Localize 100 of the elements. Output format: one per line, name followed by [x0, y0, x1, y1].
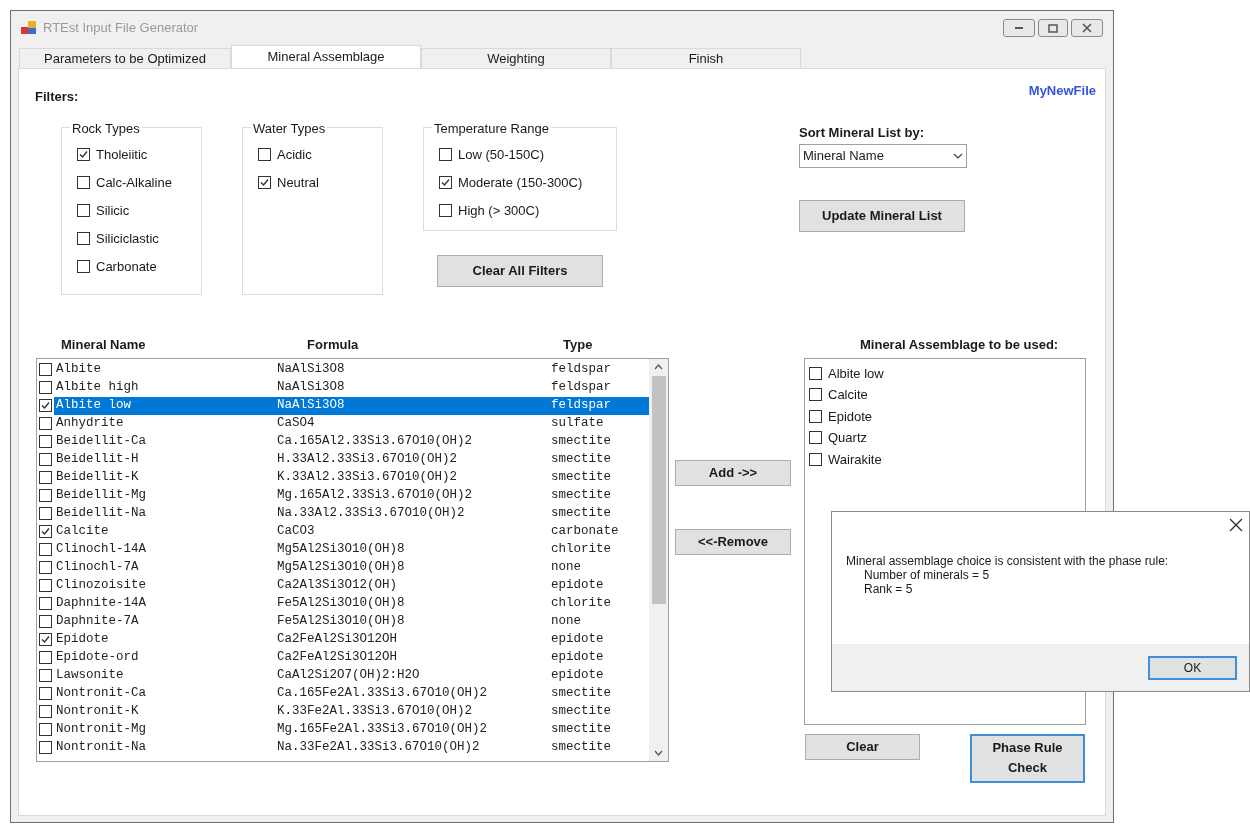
list-row[interactable]: Nontronit-Mg Mg.165Fe2Al.33Si3.67O10(OH)2 smectite [54, 720, 649, 739]
checkbox[interactable] [809, 366, 822, 380]
checkbox[interactable] [258, 148, 271, 161]
scrollbar-thumb[interactable] [651, 375, 666, 604]
list-row[interactable]: Beidellit-K K.33Al2.33Si3.67O10(OH)2 smectite [54, 468, 649, 487]
checkbox[interactable] [39, 489, 52, 502]
add-button[interactable]: Add ->> [675, 459, 791, 486]
checkbox[interactable] [809, 452, 822, 466]
checkbox[interactable] [77, 176, 90, 189]
assemblage-item[interactable]: Calcite [828, 385, 868, 405]
maximize-button[interactable] [1038, 19, 1068, 37]
checkbox[interactable] [39, 435, 52, 448]
mineral-name: Beidellit-Ca [55, 433, 147, 451]
mineral-name: Albite high [55, 379, 140, 397]
checkbox[interactable] [39, 633, 52, 646]
assemblage-item[interactable]: Albite low [828, 363, 884, 383]
checkbox[interactable] [39, 615, 52, 628]
checkbox[interactable] [439, 148, 452, 161]
list-row[interactable]: Epidote Ca2FeAl2Si3O12OH epidote [54, 630, 649, 649]
list-row[interactable]: Beidellit-Na Na.33Al2.33Si3.67O10(OH)2 smectite [54, 504, 649, 523]
checkbox[interactable] [39, 363, 52, 376]
update-mineral-list-button[interactable]: Update Mineral List [799, 200, 965, 232]
close-icon[interactable] [1229, 518, 1243, 532]
sort-dropdown[interactable]: Mineral Name [799, 144, 967, 168]
checkbox[interactable] [77, 148, 90, 161]
assemblage-item[interactable]: Quartz [828, 428, 867, 448]
checkbox[interactable] [439, 176, 452, 189]
checkbox[interactable] [39, 471, 52, 484]
checkbox[interactable] [39, 417, 52, 430]
list-row[interactable]: Beidellit-Mg Mg.165Al2.33Si3.67O10(OH)2 smectite [54, 486, 649, 505]
column-header: Formula [307, 335, 360, 354]
list-row[interactable]: Beidellit-H H.33Al2.33Si3.67O10(OH)2 smectite [54, 450, 649, 469]
checkbox[interactable] [39, 741, 52, 754]
checkbox[interactable] [809, 431, 822, 445]
list-row[interactable]: Epidote-ord Ca2FeAl2Si3O12OH epidote [54, 648, 649, 667]
checkbox[interactable] [39, 705, 52, 718]
scrollbar[interactable] [649, 358, 668, 761]
ok-button[interactable]: OK [1148, 655, 1237, 680]
close-button[interactable] [1071, 19, 1103, 37]
tab[interactable]: Finish [611, 48, 801, 68]
checkbox[interactable] [39, 525, 52, 538]
mineral-formula: Ca2Al3Si3O12(OH) [277, 577, 399, 595]
checkbox[interactable] [39, 453, 52, 466]
minimize-button[interactable] [1003, 19, 1035, 37]
list-row[interactable]: Clinochl-7A Mg5Al2Si3O10(OH)8 none [54, 558, 649, 577]
mineral-formula: Ca2FeAl2Si3O12OH [277, 631, 399, 649]
checkbox[interactable] [39, 723, 52, 736]
checkbox[interactable] [258, 176, 271, 189]
assemblage-item[interactable]: Wairakite [828, 449, 882, 469]
list-row[interactable]: Albite low NaAlSi3O8 feldspar [54, 396, 649, 415]
checkbox[interactable] [39, 597, 52, 610]
dialog-detail: Rank = 5 [864, 582, 914, 596]
list-row[interactable]: Daphnite-7A Fe5Al2Si3O10(OH)8 none [54, 612, 649, 631]
mineral-type: carbonate [551, 523, 619, 541]
mineral-formula: Fe5Al2Si3O10(OH)8 [277, 613, 406, 631]
checkbox[interactable] [39, 561, 52, 574]
checkbox[interactable] [39, 507, 52, 520]
tab[interactable]: Parameters to be Optimized [19, 48, 231, 68]
list-row[interactable]: Clinochl-14A Mg5Al2Si3O10(OH)8 chlorite [54, 540, 649, 559]
clear-all-filters-button[interactable]: Clear All Filters [437, 254, 603, 287]
list-row[interactable]: Albite high NaAlSi3O8 feldspar [54, 378, 649, 397]
list-row[interactable]: Lawsonite CaAl2Si2O7(OH)2:H2O epidote [54, 666, 649, 685]
checkbox[interactable] [39, 687, 52, 700]
remove-button[interactable]: <<-Remove [675, 528, 791, 555]
mineral-name: Epidote-ord [55, 649, 140, 667]
checkbox[interactable] [77, 204, 90, 217]
checkbox[interactable] [39, 579, 52, 592]
checkbox[interactable] [77, 260, 90, 273]
list-row[interactable]: Nontronit-K K.33Fe2Al.33Si3.67O10(OH)2 smectite [54, 702, 649, 721]
checkbox[interactable] [39, 651, 52, 664]
checkbox[interactable] [39, 399, 52, 412]
mineral-type: epidote [551, 631, 604, 649]
assemblage-item[interactable]: Epidote [828, 406, 873, 426]
list-row[interactable]: Nontronit-Na Na.33Fe2Al.33Si3.67O10(OH)2 smectite [54, 738, 649, 757]
dialog-detail: Number of minerals = 5 [864, 568, 991, 582]
mineral-formula: K.33Fe2Al.33Si3.67O10(OH)2 [277, 703, 474, 721]
checkbox[interactable] [39, 381, 52, 394]
checkbox[interactable] [809, 409, 822, 423]
checkbox[interactable] [77, 232, 90, 245]
checkbox[interactable] [39, 669, 52, 682]
list-row[interactable]: Calcite CaCO3 carbonate [54, 522, 649, 541]
clear-button[interactable]: Clear [805, 733, 920, 760]
file-name-link[interactable]: MyNewFile [1028, 81, 1096, 107]
checkbox[interactable] [39, 543, 52, 556]
list-row[interactable]: Nontronit-Ca Ca.165Fe2Al.33Si3.67O10(OH)2 smectite [54, 684, 649, 703]
mineral-name: Beidellit-Mg [55, 487, 147, 505]
phase-rule-check-button[interactable]: Phase Rule Check [970, 733, 1085, 783]
tab[interactable]: Mineral Assemblage [231, 45, 421, 68]
list-row[interactable]: Anhydrite CaSO4 sulfate [54, 414, 649, 433]
checkbox[interactable] [439, 204, 452, 217]
list-row[interactable]: Albite NaAlSi3O8 feldspar [54, 360, 649, 379]
mineral-name: Clinochl-14A [55, 541, 147, 559]
mineral-name: Clinochl-7A [55, 559, 140, 577]
list-row[interactable]: Beidellit-Ca Ca.165Al2.33Si3.67O10(OH)2 smectite [54, 432, 649, 451]
tab[interactable]: Weighting [421, 48, 611, 68]
list-row[interactable]: Daphnite-14A Fe5Al2Si3O10(OH)8 chlorite [54, 594, 649, 613]
mineral-type: smectite [551, 739, 611, 757]
checkbox[interactable] [809, 388, 822, 402]
list-row[interactable]: Clinozoisite Ca2Al3Si3O12(OH) epidote [54, 576, 649, 595]
mineral-formula: Mg.165Fe2Al.33Si3.67O10(OH)2 [277, 721, 489, 739]
